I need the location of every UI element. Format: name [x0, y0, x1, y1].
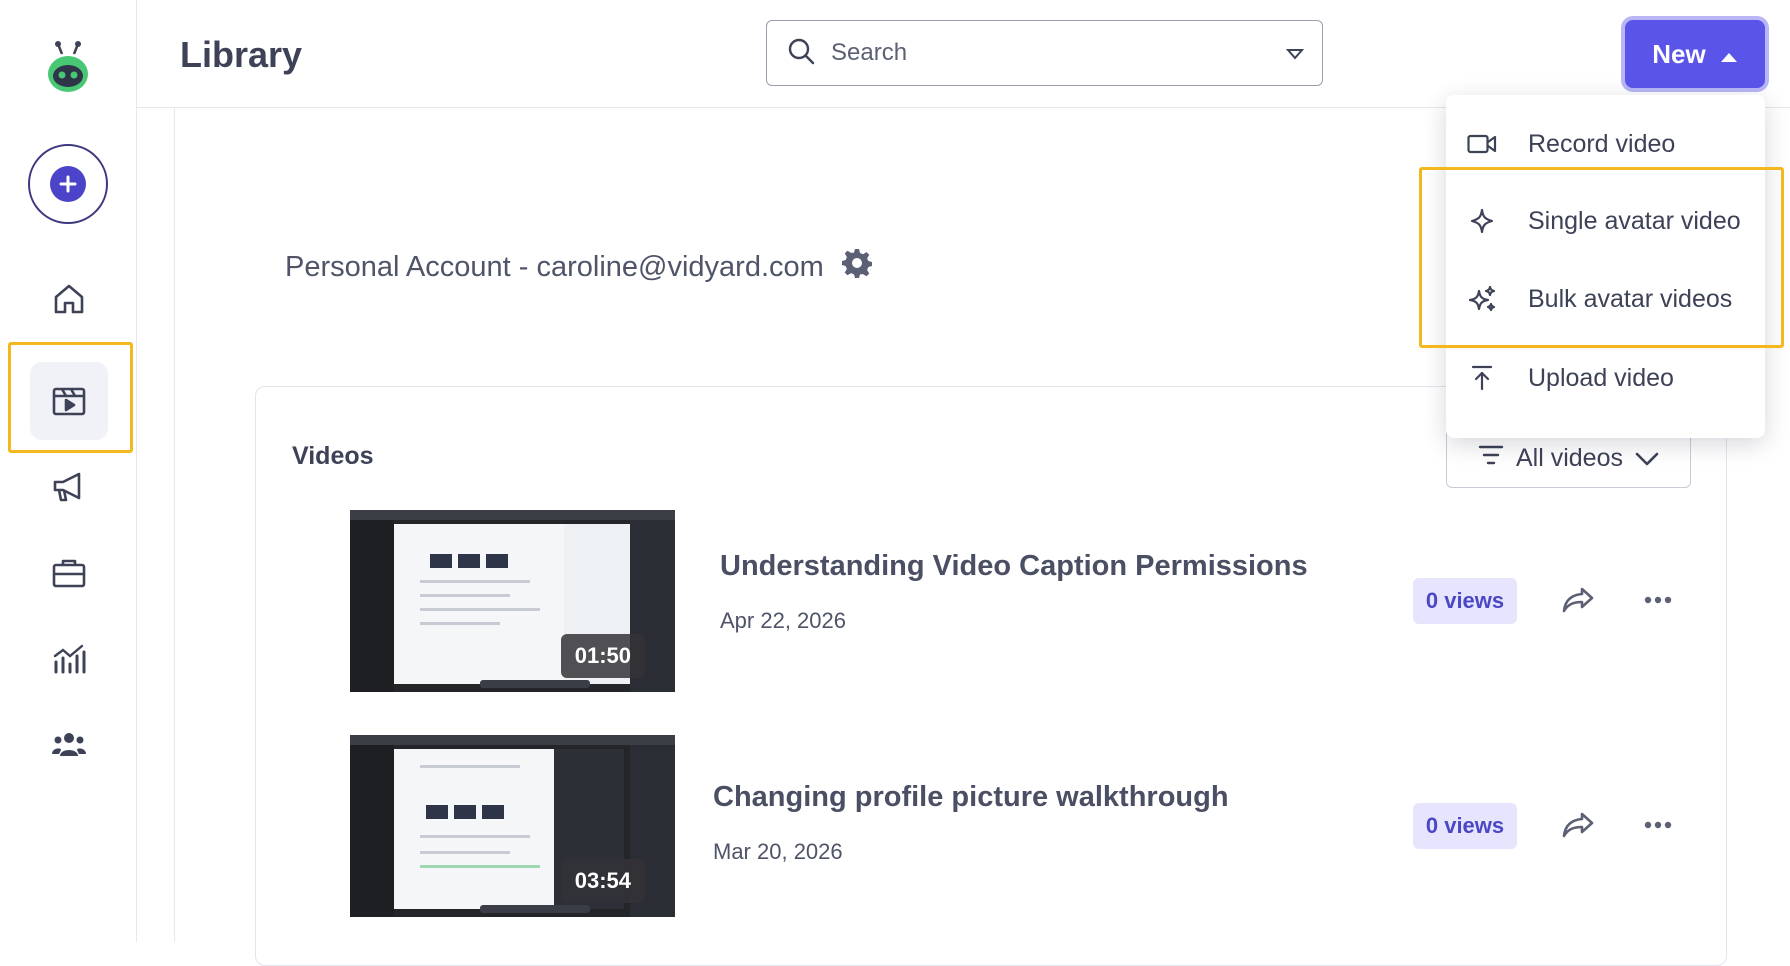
sidebar-item-campaigns[interactable] — [30, 448, 108, 526]
sparkle-icon — [1466, 208, 1498, 234]
list-item[interactable]: 01:50 Understanding Video Caption Permis… — [350, 510, 1690, 692]
video-camera-icon — [1466, 134, 1498, 154]
sidebar-item-home[interactable] — [30, 260, 108, 338]
sidebar-item-team[interactable] — [30, 706, 108, 784]
sidebar-item-hubs[interactable] — [30, 534, 108, 612]
account-header: Personal Account - caroline@vidyard.com — [285, 248, 872, 286]
megaphone-icon — [51, 470, 87, 504]
new-menu-dropdown: Record video Single avatar video Bulk av… — [1446, 95, 1765, 438]
create-button[interactable] — [28, 144, 108, 224]
filter-label: All videos — [1516, 443, 1623, 472]
menu-item-label: Upload video — [1528, 363, 1674, 392]
videos-section-title: Videos — [292, 442, 374, 470]
plus-icon — [50, 166, 86, 202]
sidebar-item-analytics[interactable] — [30, 620, 108, 698]
account-label: Personal Account - caroline@vidyard.com — [285, 250, 824, 283]
search-bar[interactable] — [766, 20, 1323, 86]
menu-item-bulk-avatar-videos[interactable]: Bulk avatar videos — [1446, 264, 1765, 334]
left-sidebar — [0, 0, 137, 942]
filter-icon — [1478, 444, 1504, 473]
video-duration: 01:50 — [560, 634, 645, 678]
more-options-icon[interactable] — [1638, 580, 1678, 620]
menu-item-record-video[interactable]: Record video — [1446, 109, 1765, 179]
video-title[interactable]: Understanding Video Caption Permissions — [720, 550, 1308, 583]
upload-icon — [1466, 365, 1498, 391]
briefcase-icon — [51, 557, 87, 589]
vidyard-logo[interactable] — [44, 40, 92, 94]
clapperboard-icon — [51, 385, 87, 417]
search-input[interactable] — [831, 39, 1251, 67]
home-icon — [52, 282, 86, 316]
bar-chart-icon — [51, 642, 87, 676]
views-badge[interactable]: 0 views — [1413, 578, 1517, 624]
menu-item-label: Single avatar video — [1528, 206, 1741, 235]
menu-item-upload-video[interactable]: Upload video — [1446, 343, 1765, 413]
video-duration: 03:54 — [560, 859, 645, 903]
new-button-label: New — [1652, 38, 1706, 69]
share-icon[interactable] — [1558, 805, 1598, 845]
video-date: Apr 22, 2026 — [720, 608, 846, 633]
sidebar-item-library[interactable] — [30, 362, 108, 440]
menu-item-single-avatar-video[interactable]: Single avatar video — [1446, 186, 1765, 256]
menu-item-label: Bulk avatar videos — [1528, 284, 1733, 313]
video-thumbnail[interactable]: 03:54 — [350, 735, 675, 917]
more-options-icon[interactable] — [1638, 805, 1678, 845]
menu-item-label: Record video — [1528, 129, 1676, 158]
caret-down-icon[interactable] — [1285, 47, 1305, 65]
people-icon — [51, 730, 87, 760]
chevron-down-icon — [1635, 444, 1659, 473]
video-title[interactable]: Changing profile picture walkthrough — [713, 781, 1229, 814]
share-icon[interactable] — [1558, 580, 1598, 620]
views-badge[interactable]: 0 views — [1413, 803, 1517, 849]
video-thumbnail[interactable]: 01:50 — [350, 510, 675, 692]
top-header: Library New — [137, 0, 1790, 108]
video-date: Mar 20, 2026 — [713, 839, 843, 864]
search-icon — [787, 37, 815, 70]
list-item[interactable]: 03:54 Changing profile picture walkthrou… — [350, 735, 1690, 917]
new-button[interactable]: New — [1625, 20, 1765, 88]
sparkles-icon — [1466, 285, 1498, 313]
gear-icon[interactable] — [841, 248, 872, 286]
caret-up-icon — [1720, 39, 1738, 70]
page-title: Library — [180, 34, 303, 75]
